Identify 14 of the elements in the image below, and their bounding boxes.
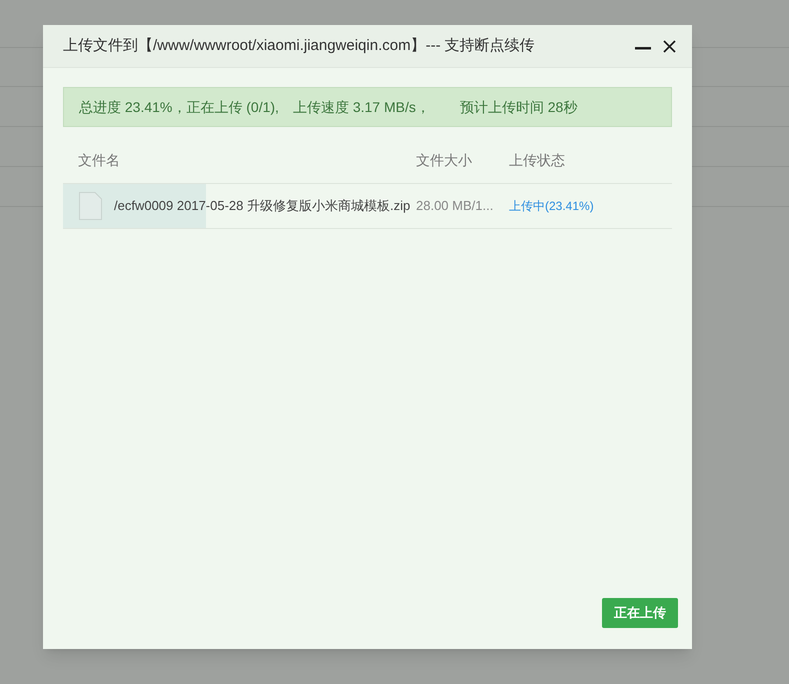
file-size: 28.00 MB/1... (416, 197, 494, 216)
file-icon (79, 192, 102, 220)
summary-text: 预计上传时间 28秒 (460, 98, 578, 116)
file-row[interactable]: /ecfw0009 2017-05-28 升级修复版小米商城模板.zip 28.00 MB/1... 上传中(23.41%) (63, 184, 672, 229)
column-header: 上传状态 (509, 151, 565, 170)
upload-status: 上传中(23.41%) (509, 198, 594, 215)
dialog-title: 上传文件到【/www/wwwroot/xiaomi.jiangweiqin.com】--- 支持断点续传 (63, 36, 535, 56)
close-icon[interactable] (663, 40, 676, 52)
minimize-icon[interactable] (635, 47, 651, 51)
column-header: 文件名 (78, 151, 121, 170)
summary-text: 上传速度 3.17 MB/s， (292, 98, 430, 116)
summary-text: 总进度 23.41%，正在上传 (0/1), (79, 98, 279, 117)
column-header: 文件大小 (416, 151, 473, 170)
file-name: /ecfw0009 2017-05-28 升级修复版小米商城模板.zip (114, 197, 412, 216)
